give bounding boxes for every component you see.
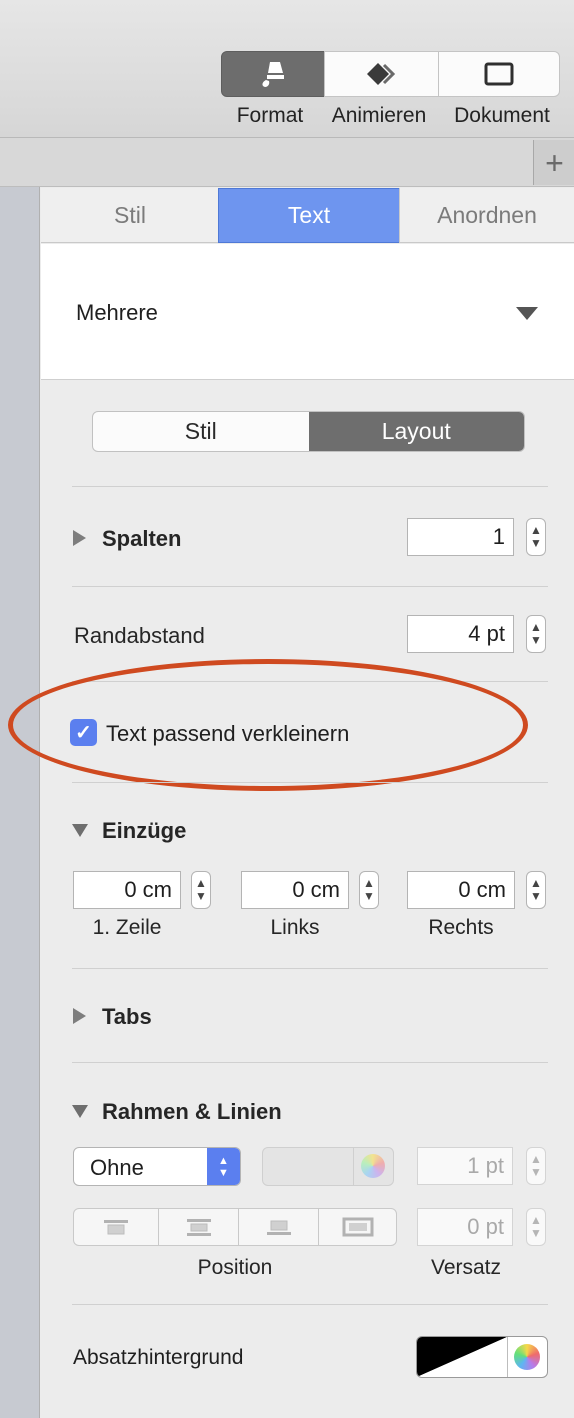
absatz-label: Absatzhintergrund [73,1346,244,1369]
spalten-input[interactable]: 1 [407,518,514,556]
divider [72,968,548,969]
tab-text[interactable]: Text [218,188,400,243]
border-style-value: Ohne [90,1155,144,1180]
dokument-label: Dokument [454,104,550,127]
disclosure-right-icon[interactable] [73,1008,86,1024]
segment-stil[interactable]: Stil [93,412,309,451]
highlight-oval [8,659,528,791]
color-wheel-icon[interactable] [361,1154,385,1178]
background-color-well[interactable] [416,1336,548,1378]
paragraph-style-value: Mehrere [76,300,158,325]
position-bottom-button[interactable] [238,1208,319,1246]
select-chevrons-icon: ▲ ▼ [207,1148,240,1185]
randabstand-label: Randabstand [74,623,205,648]
border-color-well[interactable] [262,1147,394,1186]
color-wheel-icon[interactable] [514,1344,540,1370]
disclosure-down-icon[interactable] [72,824,88,837]
text-segment-control: Stil Layout [92,411,525,452]
animieren-button[interactable] [324,51,439,97]
randabstand-stepper[interactable]: ▲ ▼ [526,615,546,653]
tab-strip [0,138,574,187]
chevron-down-icon [516,307,538,320]
stepper-down-icon: ▼ [530,536,542,550]
paragraph-style-dropdown[interactable]: Mehrere [41,244,574,380]
disclosure-down-icon[interactable] [72,1105,88,1118]
position-box-button[interactable] [318,1208,397,1246]
disclosure-right-icon[interactable] [73,530,86,546]
stepper-down-icon: ▼ [363,889,375,903]
border-width-stepper[interactable]: ▲ ▼ [526,1147,546,1185]
segment-layout[interactable]: Layout [308,412,524,451]
border-top-bottom-icon [186,1219,211,1236]
tab-anordnen[interactable]: Anordnen [399,188,574,243]
divider [72,586,548,587]
indent-first-line-input[interactable]: 0 cm [73,871,181,909]
tab-stil[interactable]: Stil [41,188,219,243]
offset-label: Versatz [430,1256,502,1279]
indent-first-line-stepper[interactable]: ▲ ▼ [191,871,211,909]
canvas-edge [0,187,40,1418]
position-label: Position [197,1256,273,1279]
diamond-animate-icon [366,63,395,85]
divider [72,1062,548,1063]
dokument-button[interactable] [438,51,560,97]
border-top-icon [104,1220,128,1235]
position-topbottom-button[interactable] [158,1208,239,1246]
stepper-down-icon: ▼ [530,889,542,903]
border-offset-stepper[interactable]: ▲ ▼ [526,1208,546,1246]
rahmen-label: Rahmen & Linien [102,1099,282,1124]
indent-right-input[interactable]: 0 cm [407,871,515,909]
tabs-section-label: Tabs [102,1004,152,1029]
stepper-down-icon: ▼ [530,1165,542,1179]
randabstand-input[interactable]: 4 pt [407,615,514,653]
border-bottom-icon [266,1220,291,1235]
stepper-down-icon: ▼ [530,633,542,647]
border-box-icon [342,1217,373,1237]
stepper-down-icon: ▼ [530,1226,542,1240]
add-button[interactable]: + [533,140,574,185]
format-button[interactable] [221,51,325,97]
border-offset-input[interactable]: 0 pt [417,1208,513,1246]
indent-right-label: Rechts [428,916,494,939]
indent-right-stepper[interactable]: ▲ ▼ [526,871,546,909]
position-top-button[interactable] [73,1208,159,1246]
paintbrush-icon [262,62,284,87]
indent-left-label: Links [270,916,320,939]
divider [72,1304,548,1305]
divider [72,486,548,487]
einzuege-label: Einzüge [102,818,187,843]
animieren-label: Animieren [331,104,427,127]
border-style-select[interactable]: Ohne ▲ ▼ [73,1147,241,1186]
indent-first-line-label: 1. Zeile [92,916,162,939]
indent-left-stepper[interactable]: ▲ ▼ [359,871,379,909]
format-label: Format [236,104,304,127]
document-icon [484,62,514,86]
no-fill-swatch-icon [417,1337,507,1377]
spalten-stepper[interactable]: ▲ ▼ [526,518,546,556]
spalten-label: Spalten [102,526,182,551]
border-width-input[interactable]: 1 pt [417,1147,513,1185]
divider [72,782,548,783]
indent-left-input[interactable]: 0 cm [241,871,349,909]
stepper-down-icon: ▼ [195,889,207,903]
